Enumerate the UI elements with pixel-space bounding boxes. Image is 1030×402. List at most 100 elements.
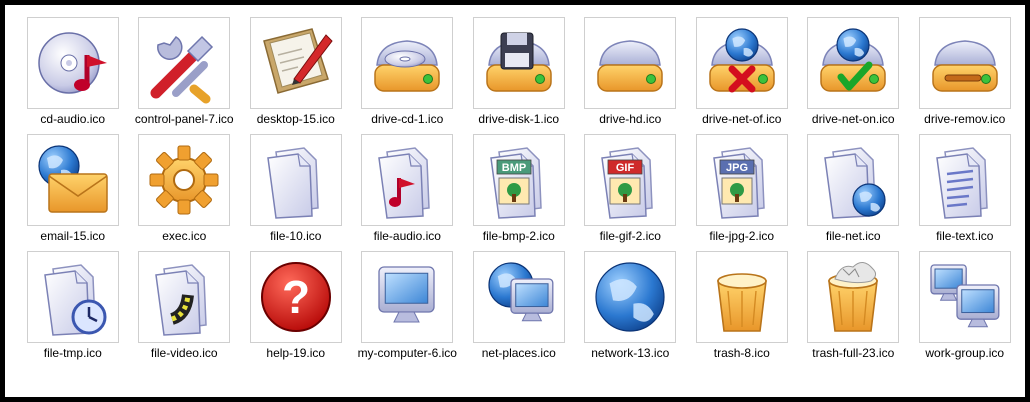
file-item[interactable]: file-text.ico — [909, 134, 1021, 251]
file-item[interactable]: drive-cd-1.ico — [352, 17, 464, 134]
file-name-label: file-text.ico — [936, 229, 994, 243]
file-thumbnail[interactable] — [918, 134, 1011, 226]
file-thumbnail[interactable]: GIF — [584, 134, 677, 226]
file-name-label: control-panel-7.ico — [134, 112, 234, 126]
file-thumbnail[interactable] — [138, 17, 231, 109]
file-thumbnail[interactable] — [472, 251, 565, 343]
file-thumbnail[interactable] — [807, 17, 900, 109]
file-tmp-icon — [31, 255, 115, 339]
file-thumbnail[interactable] — [361, 251, 454, 343]
file-thumbnail[interactable] — [695, 17, 788, 109]
help-icon: ? — [254, 255, 338, 339]
net-places-icon — [477, 255, 561, 339]
file-item[interactable]: email-15.ico — [17, 134, 129, 251]
file-thumbnail[interactable]: JPG — [695, 134, 788, 226]
file-item[interactable]: drive-remov.ico — [909, 17, 1021, 134]
svg-text:BMP: BMP — [502, 162, 526, 174]
trash-full-icon — [811, 255, 895, 339]
file-name-label: file-jpg-2.ico — [709, 229, 775, 243]
file-name-label: drive-hd.ico — [599, 112, 662, 126]
trash-empty-icon — [700, 255, 784, 339]
network-globe-icon — [588, 255, 672, 339]
file-video-icon — [142, 255, 226, 339]
file-thumbnail[interactable] — [249, 134, 342, 226]
drive-cd-icon — [365, 21, 449, 105]
file-audio-icon — [365, 138, 449, 222]
file-item[interactable]: trash-8.ico — [686, 251, 798, 368]
file-thumbnail[interactable] — [807, 251, 900, 343]
file-item[interactable]: file-10.ico — [240, 134, 352, 251]
file-item[interactable]: trash-full-23.ico — [798, 251, 910, 368]
file-item[interactable]: drive-net-of.ico — [686, 17, 798, 134]
file-thumbnail[interactable] — [249, 17, 342, 109]
file-text-icon — [923, 138, 1007, 222]
file-item[interactable]: desktop-15.ico — [240, 17, 352, 134]
exec-gear-icon — [142, 138, 226, 222]
file-thumbnail[interactable]: BMP — [472, 134, 565, 226]
file-name-label: help-19.ico — [266, 346, 326, 360]
file-name-label: drive-remov.ico — [924, 112, 1006, 126]
file-thumbnail[interactable] — [26, 17, 119, 109]
file-item[interactable]: network-13.ico — [575, 251, 687, 368]
file-name-label: file-video.ico — [150, 346, 218, 360]
file-item[interactable]: file-tmp.ico — [17, 251, 129, 368]
file-name-label: file-audio.ico — [373, 229, 441, 243]
file-thumbnail[interactable] — [361, 17, 454, 109]
file-thumbnail[interactable] — [807, 134, 900, 226]
svg-text:GIF: GIF — [616, 162, 635, 174]
file-name-label: net-places.ico — [481, 346, 556, 360]
file-name-label: trash-full-23.ico — [812, 346, 895, 360]
file-item[interactable]: my-computer-6.ico — [352, 251, 464, 368]
file-name-label: file-net.ico — [825, 229, 881, 243]
file-name-label: exec.ico — [162, 229, 207, 243]
file-thumbnail[interactable] — [918, 251, 1011, 343]
file-jpg-icon: JPG — [700, 138, 784, 222]
drive-disk-icon — [477, 21, 561, 105]
file-item[interactable]: file-net.ico — [798, 134, 910, 251]
file-item[interactable]: GIF file-gif-2.ico — [575, 134, 687, 251]
file-name-label: work-group.ico — [925, 346, 1005, 360]
file-name-label: file-tmp.ico — [43, 346, 102, 360]
file-thumbnail[interactable] — [138, 251, 231, 343]
file-thumbnail[interactable] — [918, 17, 1011, 109]
file-item[interactable]: file-audio.ico — [352, 134, 464, 251]
file-name-label: file-10.ico — [270, 229, 322, 243]
file-thumbnail[interactable] — [26, 251, 119, 343]
file-item[interactable]: control-panel-7.ico — [129, 17, 241, 134]
file-thumbnail[interactable] — [695, 251, 788, 343]
icon-grid: cd-audio.ico control-panel-7.ico desktop… — [17, 17, 1021, 368]
file-name-label: cd-audio.ico — [40, 112, 106, 126]
file-item[interactable]: BMP file-bmp-2.ico — [463, 134, 575, 251]
file-name-label: trash-8.ico — [713, 346, 770, 360]
file-item[interactable]: drive-disk-1.ico — [463, 17, 575, 134]
file-thumbnail[interactable] — [584, 251, 677, 343]
svg-text:?: ? — [282, 271, 310, 323]
file-item[interactable]: work-group.ico — [909, 251, 1021, 368]
file-name-label: file-bmp-2.ico — [482, 229, 555, 243]
file-item[interactable]: exec.ico — [129, 134, 241, 251]
file-thumbnail[interactable] — [26, 134, 119, 226]
file-item[interactable]: file-video.ico — [129, 251, 241, 368]
file-item[interactable]: cd-audio.ico — [17, 17, 129, 134]
file-item[interactable]: JPG file-jpg-2.ico — [686, 134, 798, 251]
desktop-icon — [254, 21, 338, 105]
file-item[interactable]: net-places.ico — [463, 251, 575, 368]
file-thumbnail[interactable] — [472, 17, 565, 109]
svg-text:JPG: JPG — [726, 162, 748, 174]
file-bmp-icon: BMP — [477, 138, 561, 222]
file-name-label: desktop-15.ico — [256, 112, 335, 126]
file-name-label: file-gif-2.ico — [599, 229, 661, 243]
file-thumbnail[interactable] — [361, 134, 454, 226]
file-name-label: drive-cd-1.ico — [371, 112, 444, 126]
file-item[interactable]: ? help-19.ico — [240, 251, 352, 368]
file-name-label: drive-net-of.ico — [702, 112, 782, 126]
file-gif-icon: GIF — [588, 138, 672, 222]
file-thumbnail[interactable] — [138, 134, 231, 226]
email-icon — [31, 138, 115, 222]
drive-net-off-icon — [700, 21, 784, 105]
file-thumbnail[interactable] — [584, 17, 677, 109]
file-thumbnail[interactable]: ? — [249, 251, 342, 343]
work-group-icon — [923, 255, 1007, 339]
file-item[interactable]: drive-net-on.ico — [798, 17, 910, 134]
file-item[interactable]: drive-hd.ico — [575, 17, 687, 134]
